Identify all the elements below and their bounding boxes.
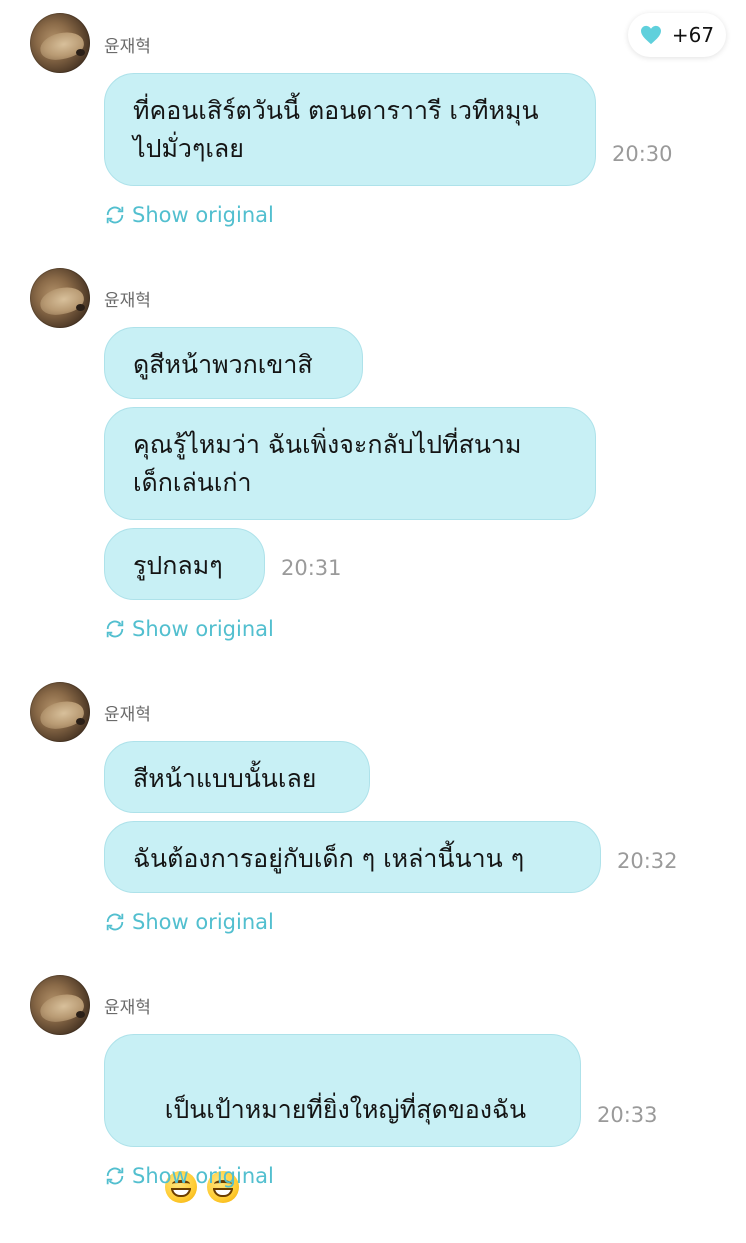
author-name: 윤재혁 [104, 998, 151, 1018]
author-name: 윤재혁 [104, 705, 151, 725]
timestamp: 20:30 [612, 142, 673, 166]
show-original-label: Show original [132, 1164, 274, 1188]
avatar[interactable] [30, 975, 90, 1035]
translate-refresh-icon [106, 206, 124, 224]
avatar[interactable] [30, 268, 90, 328]
timestamp: 20:32 [617, 849, 678, 873]
author-name: 윤재혁 [104, 37, 151, 57]
message-bubble[interactable]: ที่คอนเสิร์ตวันนี้ ตอนดาราารี เวทีหมุน ไ… [104, 73, 596, 186]
show-original-link[interactable]: Show original [104, 910, 274, 934]
translate-refresh-icon [106, 1167, 124, 1185]
message-bubble[interactable]: คุณรู้ไหมว่า ฉันเพิ่งจะกลับไปที่สนาม เด็… [104, 407, 596, 520]
message-bubble[interactable]: เป็นเป้าหมายที่ยิ่งใหญ่ที่สุดของฉัน [104, 1034, 581, 1203]
author-name: 윤재혁 [104, 291, 151, 311]
timestamp: 20:31 [281, 556, 342, 580]
message-bubble[interactable]: รูปกลมๆ [104, 528, 265, 600]
heart-icon [640, 25, 661, 45]
likes-badge[interactable]: +67 [628, 13, 726, 57]
avatar[interactable] [30, 13, 90, 73]
show-original-link[interactable]: Show original [104, 617, 274, 641]
show-original-label: Show original [132, 617, 274, 641]
timestamp: 20:33 [597, 1103, 658, 1127]
translate-refresh-icon [106, 913, 124, 931]
show-original-link[interactable]: Show original [104, 203, 274, 227]
avatar[interactable] [30, 682, 90, 742]
likes-count: +67 [671, 23, 715, 47]
message-text: เป็นเป้าหมายที่ยิ่งใหญ่ที่สุดของฉัน [164, 1095, 527, 1124]
message-bubble[interactable]: ดูสีหน้าพวกเขาสิ [104, 327, 363, 399]
message-bubble[interactable]: สีหน้าแบบนั้นเลย [104, 741, 370, 813]
translate-refresh-icon [106, 620, 124, 638]
show-original-label: Show original [132, 910, 274, 934]
show-original-link[interactable]: Show original [104, 1164, 274, 1188]
message-bubble[interactable]: ฉันต้องการอยู่กับเด็ก ๆ เหล่านี้นาน ๆ [104, 821, 601, 893]
show-original-label: Show original [132, 203, 274, 227]
